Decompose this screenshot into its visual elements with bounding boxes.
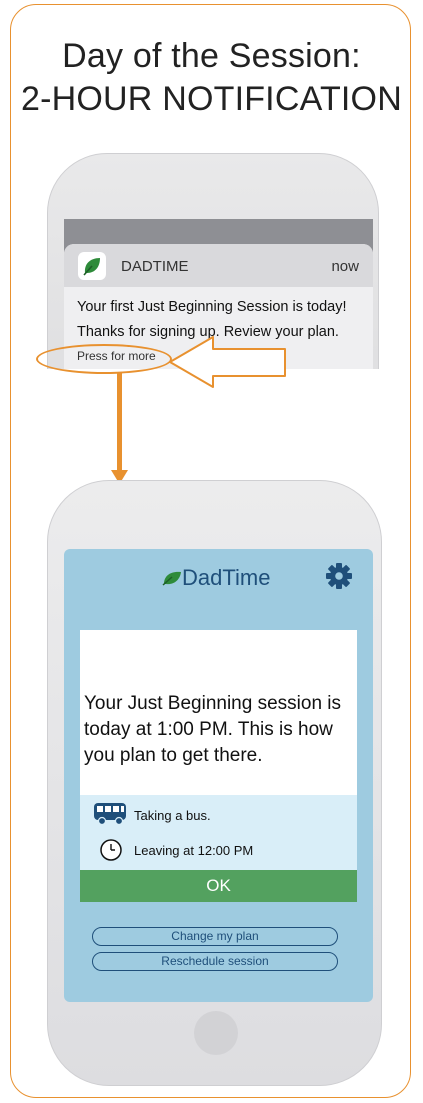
ok-button[interactable]: OK	[80, 870, 357, 902]
reschedule-session-button[interactable]: Reschedule session	[92, 952, 338, 971]
gear-icon[interactable]	[325, 562, 353, 590]
clock-icon	[100, 839, 122, 861]
flow-arrow-shaft	[117, 372, 122, 472]
home-button[interactable]	[194, 1011, 238, 1055]
bus-icon	[94, 803, 126, 826]
app-logo-title: DadTime	[182, 565, 271, 590]
leaf-icon	[162, 571, 181, 586]
session-message: Your Just Beginning session is today at …	[84, 693, 342, 766]
transport-text: Taking a bus.	[134, 808, 211, 823]
leaving-time-text: Leaving at 12:00 PM	[134, 843, 254, 858]
pointer-arrow	[169, 336, 286, 388]
change-plan-button[interactable]: Change my plan	[92, 927, 338, 946]
